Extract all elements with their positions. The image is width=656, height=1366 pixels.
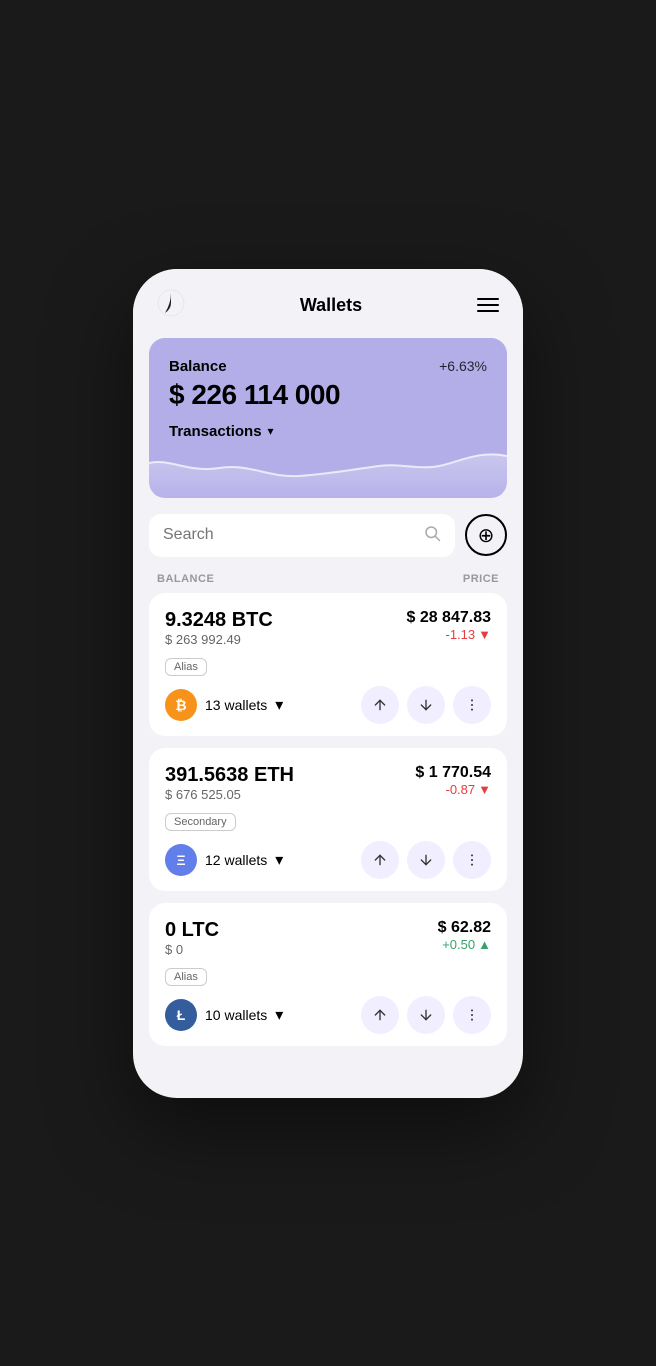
eth-wallets: 12 wallets — [205, 852, 267, 868]
btc-wallets-chevron-icon: ▾ — [275, 695, 283, 715]
eth-logo: Ξ — [165, 844, 197, 876]
logo-icon — [157, 289, 185, 322]
price-col-header: PRICE — [463, 573, 499, 585]
eth-receive-button[interactable] — [407, 841, 445, 879]
search-icon — [423, 524, 441, 547]
balance-col-header: BALANCE — [157, 573, 214, 585]
transactions-label: Transactions — [169, 423, 262, 440]
ltc-send-button[interactable] — [361, 996, 399, 1034]
ltc-wallets: 10 wallets — [205, 1007, 267, 1023]
eth-usd-value: $ 676 525.05 — [165, 787, 294, 802]
ltc-card: 0 LTC $ 0 $ 62.82 +0.50 ▲ Alias Ł 10 wal… — [149, 903, 507, 1046]
transactions-chevron-icon: ▾ — [268, 424, 274, 438]
btc-change: -1.13 ▼ — [406, 627, 491, 642]
ltc-up-indicator: ▲ — [478, 937, 491, 952]
balance-label: Balance — [169, 358, 227, 375]
search-row: ⊕ — [133, 514, 523, 569]
ltc-receive-button[interactable] — [407, 996, 445, 1034]
eth-more-button[interactable] — [453, 841, 491, 879]
ltc-wallets-chevron-icon: ▾ — [275, 1005, 283, 1025]
page-title: Wallets — [300, 295, 362, 316]
header: Wallets — [133, 269, 523, 338]
ltc-alias-tag[interactable]: Alias — [165, 968, 207, 986]
btc-card: 9.3248 BTC $ 263 992.49 $ 28 847.83 -1.1… — [149, 593, 507, 736]
eth-alias-tag[interactable]: Secondary — [165, 813, 236, 831]
btc-send-button[interactable] — [361, 686, 399, 724]
column-headers: BALANCE PRICE — [133, 569, 523, 593]
eth-send-button[interactable] — [361, 841, 399, 879]
btc-more-button[interactable] — [453, 686, 491, 724]
ltc-price: $ 62.82 — [438, 919, 491, 937]
menu-icon[interactable] — [477, 298, 499, 312]
eth-wallets-chevron-icon: ▾ — [275, 850, 283, 870]
search-container — [149, 514, 455, 557]
btc-price: $ 28 847.83 — [406, 609, 491, 627]
ltc-change: +0.50 ▲ — [438, 937, 491, 952]
eth-amount: 391.5638 ETH — [165, 764, 294, 787]
eth-price: $ 1 770.54 — [415, 764, 491, 782]
eth-down-indicator: ▼ — [478, 782, 491, 797]
btc-down-indicator: ▼ — [478, 627, 491, 642]
btc-usd-value: $ 263 992.49 — [165, 632, 273, 647]
ltc-more-button[interactable] — [453, 996, 491, 1034]
balance-card: Balance +6.63% $ 226 114 000 Transaction… — [149, 338, 507, 498]
add-wallet-button[interactable]: ⊕ — [465, 514, 507, 556]
balance-change: +6.63% — [439, 358, 487, 374]
phone-frame: Wallets Balance +6.63% $ 226 114 000 Tra… — [133, 269, 523, 1098]
transactions-row[interactable]: Transactions ▾ — [169, 423, 487, 440]
eth-change: -0.87 ▼ — [415, 782, 491, 797]
btc-amount: 9.3248 BTC — [165, 609, 273, 632]
eth-card: 391.5638 ETH $ 676 525.05 $ 1 770.54 -0.… — [149, 748, 507, 891]
ltc-usd-value: $ 0 — [165, 942, 219, 957]
balance-amount: $ 226 114 000 — [169, 379, 487, 411]
btc-wallets: 13 wallets — [205, 697, 267, 713]
ltc-logo: Ł — [165, 999, 197, 1031]
btc-alias-tag[interactable]: Alias — [165, 658, 207, 676]
search-input[interactable] — [163, 526, 415, 544]
ltc-amount: 0 LTC — [165, 919, 219, 942]
btc-receive-button[interactable] — [407, 686, 445, 724]
btc-logo: ₿ — [165, 689, 197, 721]
